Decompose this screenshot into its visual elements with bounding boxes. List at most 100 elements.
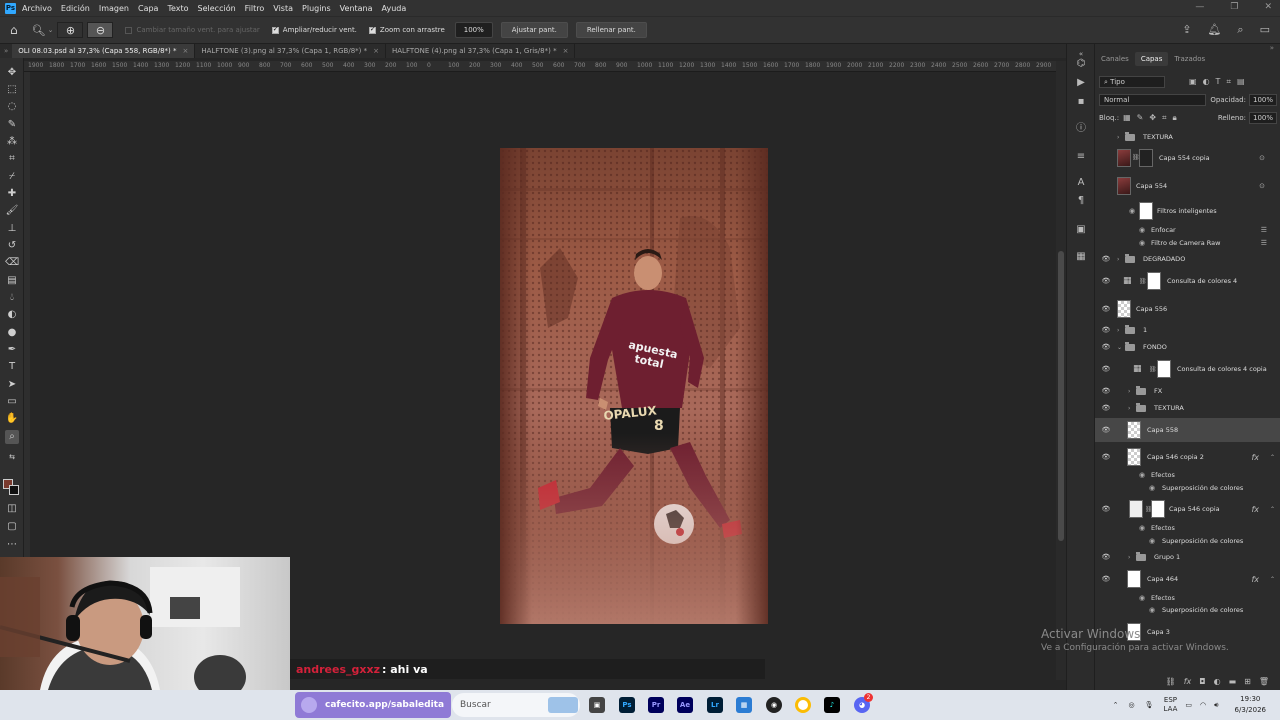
rectangle-tool-icon[interactable]: ▭	[5, 395, 19, 409]
eraser-tool-icon[interactable]: ⌫	[5, 256, 19, 270]
new-group-icon[interactable]: ▬	[1229, 677, 1237, 686]
effect-row[interactable]: ◉ Superposición de colores	[1095, 536, 1280, 546]
scrubby-zoom-checkbox[interactable]: Zoom con arrastre	[368, 25, 445, 34]
share-icon[interactable]: ⇪	[1182, 23, 1191, 37]
minimize-icon[interactable]: —	[1195, 2, 1204, 12]
layer-row[interactable]: 👁︎ ▦ ⛓ Consulta de colores 4 copia	[1095, 358, 1280, 380]
visibility-icon[interactable]: ◉	[1149, 537, 1155, 545]
effects-row[interactable]: ◉ Efectos	[1095, 593, 1280, 603]
artwork-canvas[interactable]: apuesta total OPALUX 8	[500, 148, 768, 624]
filter-type-icon[interactable]: T	[1216, 77, 1221, 87]
home-icon[interactable]: ⌂	[10, 23, 18, 37]
menu-plugins[interactable]: Plugins	[302, 4, 331, 13]
quick-mask-icon[interactable]: ◫	[5, 502, 19, 516]
new-layer-icon[interactable]: ⊞	[1244, 677, 1251, 686]
expand-arrow-icon[interactable]: ›	[1117, 327, 1119, 334]
new-adjustment-icon[interactable]: ◐	[1214, 677, 1221, 686]
tab-capas[interactable]: Capas	[1134, 52, 1169, 66]
path-select-icon[interactable]: ➤	[5, 378, 19, 392]
actions-play-icon[interactable]: ▶	[1075, 77, 1087, 89]
layer-row[interactable]: 👁︎ › DEGRADADO	[1095, 253, 1280, 265]
menu-vista[interactable]: Vista	[273, 4, 293, 13]
hand-tool-icon[interactable]: ✋	[5, 412, 19, 426]
lock-move-icon[interactable]: ✥	[1149, 113, 1156, 123]
tiktok-taskbar-icon[interactable]: ♪	[824, 697, 840, 713]
history-brush-icon[interactable]: ↺	[5, 239, 19, 253]
lock-paint-icon[interactable]: ✎	[1137, 113, 1144, 123]
network-icon[interactable]: ◎	[1129, 701, 1135, 709]
notifications-icon[interactable]: 🔔︎	[1207, 23, 1221, 37]
layer-row[interactable]: 👁︎ Capa 464 fx ⌃	[1095, 568, 1280, 590]
effects-row[interactable]: ◉ Efectos	[1095, 470, 1280, 480]
crop-tool-icon[interactable]: ⌗	[5, 152, 19, 166]
marquee-tool-icon[interactable]: ⬚	[5, 83, 19, 97]
fx-icon[interactable]: fx	[1251, 505, 1259, 514]
tab-halftone-4[interactable]: HALFTONE (4).png al 37,3% (Capa 1, Gris/…	[386, 44, 576, 58]
chevron-down-icon[interactable]: ⌄	[48, 26, 54, 34]
wifi-icon[interactable]: ◠	[1200, 701, 1206, 709]
photoshop-taskbar-icon[interactable]: Ps	[619, 697, 635, 713]
filter-options-icon[interactable]: ☰	[1261, 239, 1267, 247]
background-color-swatch[interactable]	[9, 485, 19, 495]
blend-mode-select[interactable]: Normal	[1099, 94, 1207, 106]
pen-tool-icon[interactable]: ✒	[5, 343, 19, 357]
lock-all-icon[interactable]: 🔒︎	[1173, 113, 1177, 123]
layer-row[interactable]: 👁︎ › 1	[1095, 324, 1280, 336]
layer-filter-select[interactable]: ⌕ Tipo	[1099, 76, 1165, 88]
add-style-icon[interactable]: fx	[1184, 677, 1192, 686]
eye-icon[interactable]: 👁︎	[1101, 505, 1111, 513]
burn-tool-icon[interactable]: ●	[5, 326, 19, 340]
menu-filtro[interactable]: Filtro	[245, 4, 265, 13]
layer-row[interactable]: Capa 554 ⊙	[1095, 175, 1280, 197]
menu-archivo[interactable]: Archivo	[22, 4, 52, 13]
layer-row[interactable]: ◉ Filtro de Camera Raw ☰	[1095, 238, 1280, 248]
effect-row[interactable]: ◉ Superposición de colores	[1095, 483, 1280, 493]
eye-icon[interactable]: 👁︎	[1101, 343, 1111, 351]
layer-row[interactable]: › TEXTURA	[1095, 130, 1280, 144]
comments-icon[interactable]: ▪	[1075, 96, 1087, 108]
visibility-icon[interactable]: ◉	[1139, 594, 1145, 602]
lock-transparency-icon[interactable]: ▦	[1123, 113, 1131, 123]
collapse-arrow-icon[interactable]: ⌃	[1270, 506, 1275, 513]
lasso-tool-icon[interactable]: ◌	[5, 100, 19, 114]
layer-row[interactable]: 👁︎ Capa 556	[1095, 298, 1280, 320]
visibility-icon[interactable]: ◉	[1139, 524, 1145, 532]
visibility-icon[interactable]: ◉	[1129, 207, 1135, 215]
close-icon[interactable]: ×	[563, 47, 569, 55]
eye-icon[interactable]: 👁︎	[1101, 305, 1111, 313]
eye-icon[interactable]: 👁︎	[1101, 575, 1111, 583]
quick-select-tool-icon[interactable]: ✎	[5, 118, 19, 132]
eye-icon[interactable]: 👁︎	[1101, 387, 1111, 395]
obs-taskbar-icon[interactable]: ◉	[766, 697, 782, 713]
zoom-percent-field[interactable]: 100%	[454, 22, 493, 38]
layer-row[interactable]: 👁︎ Capa 546 copia 2 fx ⌃	[1095, 446, 1280, 468]
lightroom-taskbar-icon[interactable]: Lr	[707, 697, 723, 713]
eyedropper-tool-icon[interactable]: ⌿	[5, 170, 19, 184]
tray-chevron-icon[interactable]: ⌃	[1113, 701, 1119, 709]
blur-tool-icon[interactable]: 💧︎	[5, 291, 19, 305]
tab-oli-psd[interactable]: OLI 08.03.psd al 37,3% (Capa 558, RGB/8*…	[12, 44, 196, 58]
maximize-icon[interactable]: ❐	[1230, 2, 1238, 12]
close-window-icon[interactable]: ✕	[1264, 2, 1272, 12]
eye-icon[interactable]: 👁︎	[1101, 404, 1111, 412]
search-icon[interactable]: ⌕	[1237, 23, 1243, 37]
eye-icon[interactable]: 👁︎	[1101, 326, 1111, 334]
healing-brush-icon[interactable]: ✚	[5, 187, 19, 201]
fx-icon[interactable]: fx	[1251, 453, 1259, 462]
fill-screen-button[interactable]: Rellenar pant.	[575, 22, 647, 38]
eye-icon[interactable]: 👁︎	[1101, 553, 1111, 561]
dodge-tool-icon[interactable]: ◐	[5, 308, 19, 322]
magic-wand-icon[interactable]: ⁂	[5, 135, 19, 149]
expand-arrow-icon[interactable]: ›	[1117, 256, 1119, 263]
close-icon[interactable]: ×	[182, 47, 188, 55]
collapse-arrow-icon[interactable]: ⌃	[1270, 454, 1275, 461]
premiere-taskbar-icon[interactable]: Pr	[648, 697, 664, 713]
layer-row[interactable]: 👁︎ ▦ ⛓ Consulta de colores 4	[1095, 270, 1280, 292]
add-mask-icon[interactable]: ◘	[1199, 677, 1205, 686]
visibility-icon[interactable]: ◉	[1139, 471, 1145, 479]
screen-mode-icon[interactable]: ▢	[5, 520, 19, 534]
filter-shape-icon[interactable]: ⌗	[1226, 77, 1231, 87]
volume-icon[interactable]: 🔊︎	[1214, 701, 1218, 710]
collapse-icon[interactable]: »	[0, 47, 12, 55]
text-tool-icon[interactable]: T	[5, 360, 19, 374]
